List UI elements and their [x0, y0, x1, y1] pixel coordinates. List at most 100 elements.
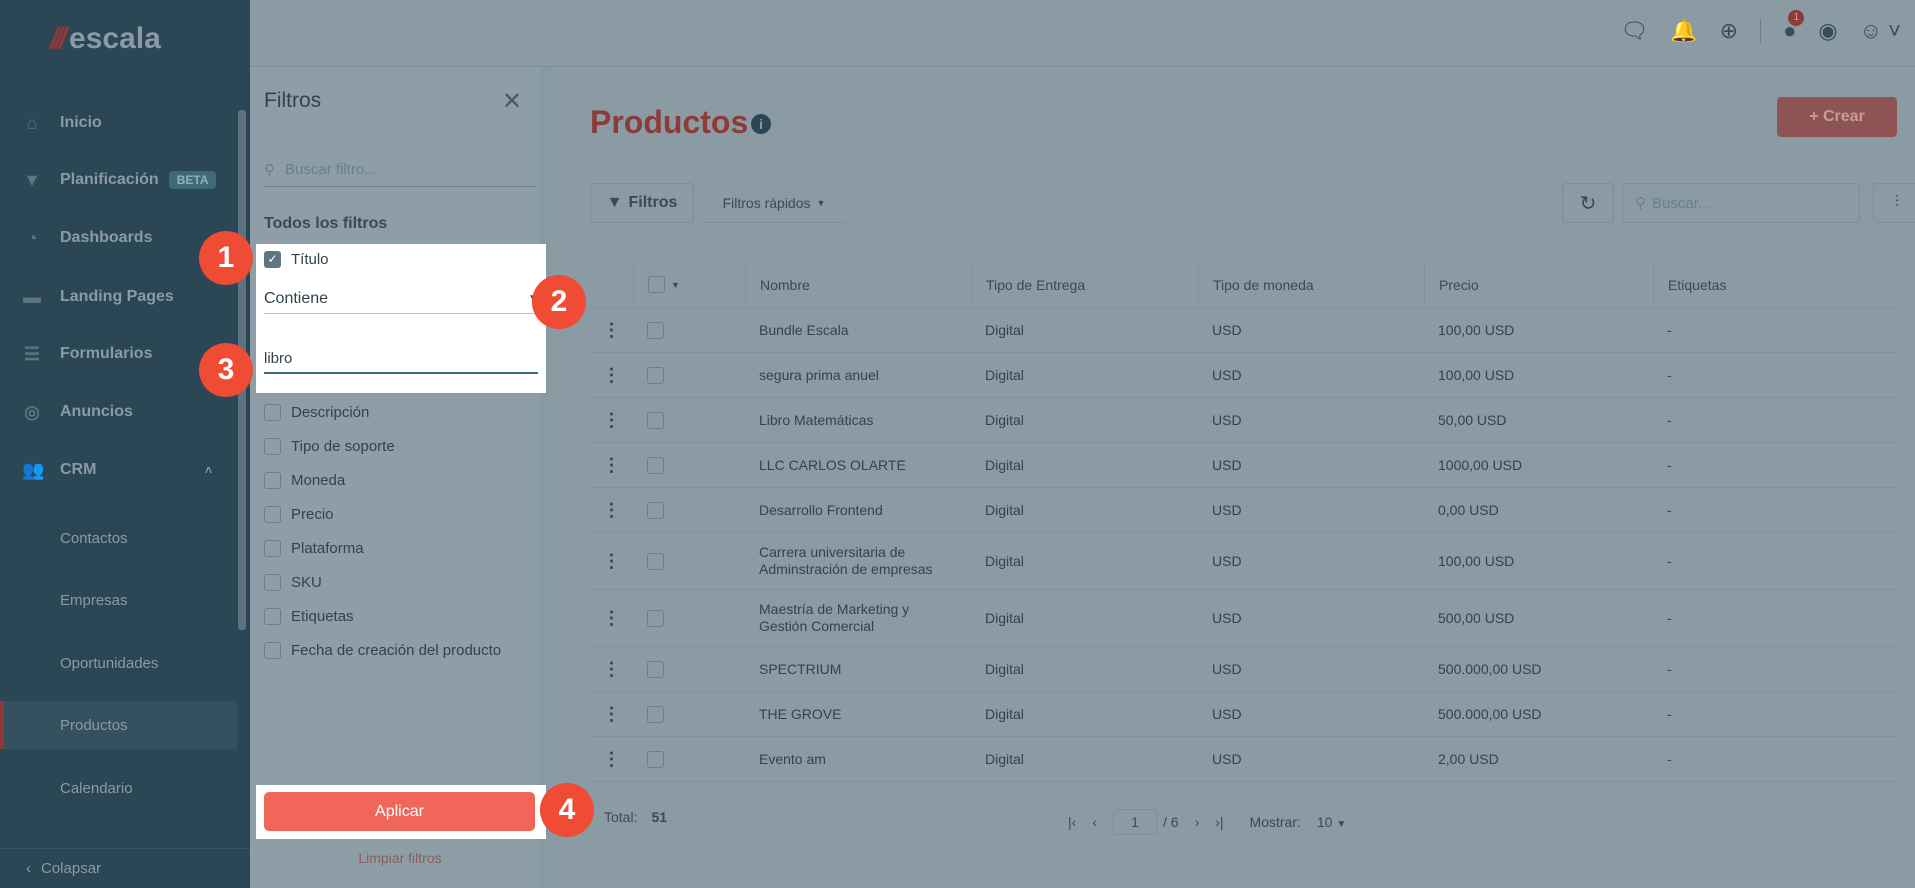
row-checkbox[interactable] [633, 308, 745, 352]
sidebar-item-crm[interactable]: 👥 CRM ˄ [0, 448, 237, 492]
bell-icon[interactable]: 🔔 [1670, 18, 1697, 44]
page-input[interactable]: 1 [1112, 809, 1157, 835]
row-checkbox[interactable] [633, 443, 745, 487]
apply-button[interactable]: Aplicar [264, 792, 535, 831]
logo[interactable]: ///escala [50, 22, 161, 56]
titulo-filter-highlight: ✓ Título Contiene▼ [256, 244, 546, 393]
row-menu-icon[interactable]: ⋮ [590, 353, 633, 397]
chevron-up-icon[interactable]: ˄ [205, 463, 212, 477]
filters-button-label: Filtros [628, 194, 678, 211]
quick-filters-label: Filtros rápidos [722, 194, 811, 211]
row-checkbox[interactable] [633, 590, 745, 646]
last-page-icon[interactable]: ›| [1215, 814, 1223, 830]
table-row[interactable]: ⋮ LLC CARLOS OLARTE Digital USD 1000,00 USD - [590, 443, 1897, 488]
table-row[interactable]: ⋮ Maestría de Marketing y Gestión Comerci… [590, 590, 1897, 647]
column-header[interactable]: Tipo de Entrega [971, 262, 1198, 307]
sidebar-item-oportunidades[interactable]: Oportunidades [0, 639, 237, 687]
row-menu-icon[interactable]: ⋮ [590, 590, 633, 646]
checkbox-icon [264, 540, 281, 557]
sidebar-item-label: Contactos [60, 529, 128, 547]
table-row[interactable]: ⋮ Evento am Digital USD 2,00 USD - [590, 737, 1897, 782]
prev-page-icon[interactable]: ‹ [1092, 814, 1097, 830]
row-checkbox[interactable] [633, 737, 745, 781]
filter-option[interactable]: Etiquetas [264, 608, 354, 625]
select-all-checkbox[interactable]: ▼ [633, 262, 745, 307]
sidebar-item-planificaci-n[interactable]: ▼ Planificación BETA [0, 158, 237, 202]
row-checkbox[interactable] [633, 533, 745, 589]
column-header[interactable]: Etiquetas [1653, 262, 1897, 307]
row-checkbox[interactable] [633, 398, 745, 442]
total-label: Total: [604, 809, 638, 825]
sidebar-item-label: Empresas [60, 591, 128, 609]
table-row[interactable]: ⋮ THE GROVE Digital USD 500.000,00 USD - [590, 692, 1897, 737]
filter-option[interactable]: Moneda [264, 472, 345, 489]
row-menu-icon[interactable]: ⋮ [590, 443, 633, 487]
collapse-button[interactable]: ‹ Colapsar [0, 848, 250, 888]
table-row[interactable]: ⋮ Desarrollo Frontend Digital USD 0,00 USD - [590, 488, 1897, 533]
filter-option[interactable]: Fecha de creación del producto [264, 642, 501, 659]
row-checkbox[interactable] [633, 692, 745, 736]
row-checkbox[interactable] [633, 488, 745, 532]
collapse-label: Colapsar [41, 860, 102, 877]
table-row[interactable]: ⋮ Libro Matemáticas Digital USD 50,00 USD - [590, 398, 1897, 443]
column-header[interactable]: Precio [1424, 262, 1653, 307]
row-menu-icon[interactable]: ⋮ [590, 737, 633, 781]
column-settings-button[interactable]: ⫶ [1873, 183, 1915, 223]
row-menu-icon[interactable]: ⋮ [590, 308, 633, 352]
filter-search-input[interactable]: ⚲ Buscar filtro... [264, 153, 536, 187]
table-row[interactable]: ⋮ SPECTRIUM Digital USD 500.000,00 USD - [590, 647, 1897, 692]
quick-filters-dropdown[interactable]: Filtros rápidos ▼ [704, 183, 844, 223]
row-menu-icon[interactable]: ⋮ [590, 692, 633, 736]
sidebar-item-landing-pages[interactable]: ▬ Landing Pages [0, 275, 237, 319]
table-row[interactable]: ⋮ segura prima anuel Digital USD 100,00 USD - [590, 353, 1897, 398]
operator-select[interactable]: Contiene▼ [264, 284, 538, 314]
plus-circle-icon[interactable]: ⊕ [1720, 18, 1738, 44]
table-cell: Digital [985, 661, 1024, 677]
filter-option[interactable]: Descripción [264, 404, 369, 421]
filter-option[interactable]: Precio [264, 506, 334, 523]
operator-value: Contiene [264, 289, 329, 307]
row-checkbox[interactable] [633, 647, 745, 691]
chat-icon[interactable]: 🗨 [1620, 18, 1648, 44]
sidebar-item-calendario[interactable]: Calendario [0, 764, 237, 812]
create-button[interactable]: + Crear [1777, 97, 1897, 137]
sidebar-item-productos[interactable]: Productos [0, 701, 237, 749]
filters-button[interactable]: ▼ Filtros [590, 183, 694, 223]
row-menu-icon[interactable]: ⋮ [590, 488, 633, 532]
row-checkbox[interactable] [633, 353, 745, 397]
info-icon[interactable]: i [751, 114, 771, 134]
apps-icon[interactable]: ● 1 [1783, 10, 1805, 44]
avatar[interactable]: ☺ ˅ [1860, 18, 1901, 44]
support-icon[interactable]: ◉ [1818, 18, 1837, 44]
clear-filters-link[interactable]: Limpiar filtros [250, 850, 550, 866]
filter-option[interactable]: SKU [264, 574, 322, 591]
main-content: Productos i + Crear ▼ Filtros Filtros ráp… [574, 67, 1915, 888]
table-row[interactable]: ⋮ Bundle Escala Digital USD 100,00 USD - [590, 308, 1897, 353]
titulo-value-input[interactable] [264, 344, 538, 374]
close-icon[interactable]: ✕ [502, 87, 522, 116]
column-header[interactable]: Tipo de moneda [1198, 262, 1424, 307]
checkbox-icon [264, 472, 281, 489]
row-menu-icon[interactable]: ⋮ [590, 398, 633, 442]
row-menu-icon[interactable]: ⋮ [590, 647, 633, 691]
refresh-button[interactable]: ↻ [1562, 183, 1614, 223]
search-input[interactable]: ⚲ Buscar... [1622, 183, 1860, 223]
sidebar-item-anuncios[interactable]: ◎ Anuncios [0, 390, 237, 434]
table-cell: USD [1212, 412, 1242, 428]
sidebar-item-contactos[interactable]: Contactos [0, 514, 237, 562]
sidebar-item-empresas[interactable]: Empresas [0, 576, 237, 624]
next-page-icon[interactable]: › [1195, 814, 1200, 830]
first-page-icon[interactable]: |‹ [1068, 814, 1076, 830]
table-cell: THE GROVE [759, 705, 842, 722]
filter-option[interactable]: Plataforma [264, 540, 364, 557]
column-header[interactable]: Nombre [745, 262, 971, 307]
table-cell: USD [1212, 706, 1242, 722]
titulo-filter-checkbox[interactable]: ✓ Título [264, 251, 329, 268]
sidebar-item-inicio[interactable]: ⌂ Inicio [0, 101, 237, 145]
row-menu-icon[interactable]: ⋮ [590, 533, 633, 589]
page-size-select[interactable]: 10 ▼ [1317, 814, 1346, 830]
table-row[interactable]: ⋮ Carrera universitaria de Adminstración … [590, 533, 1897, 590]
divider [1760, 19, 1762, 43]
filter-option[interactable]: Tipo de soporte [264, 438, 395, 455]
total-count: Total: 51 [604, 809, 667, 825]
